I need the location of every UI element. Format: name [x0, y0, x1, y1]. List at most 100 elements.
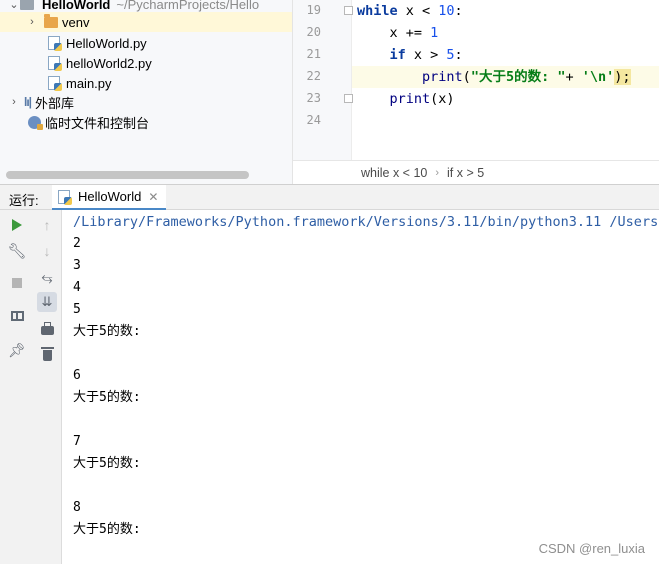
code-token: : [454, 3, 463, 19]
tree-item-label: HelloWorld.py [66, 35, 147, 51]
watermark: CSDN @ren_luxia [538, 541, 645, 556]
console-command-line: /Library/Frameworks/Python.framework/Ver… [73, 214, 659, 230]
tree-item-main-py[interactable]: main.py [48, 73, 112, 93]
string-token: '\n' [581, 69, 615, 85]
chevron-right-icon[interactable]: › [26, 16, 38, 28]
project-name: HelloWorld [42, 0, 111, 12]
chevron-right-icon[interactable]: › [8, 96, 20, 108]
python-file-icon [58, 189, 72, 205]
tree-item-venv[interactable]: › venv [0, 12, 292, 32]
console-line: 大于5的数: [73, 456, 141, 471]
tree-item-label: 临时文件和控制台 [45, 115, 150, 131]
keyword-token: if [389, 47, 406, 63]
number-token: 10 [438, 3, 455, 19]
play-icon [12, 219, 22, 231]
project-path: ~/PycharmProjects/Hello [116, 0, 260, 12]
breadcrumb-item-while[interactable]: while x < 10 [361, 166, 427, 180]
tree-item-external-libraries[interactable]: › lı| 外部库 [8, 92, 74, 112]
code-token: x > [413, 47, 447, 63]
scroll-to-end-button[interactable]: ⇊ [37, 292, 57, 312]
python-file-icon [48, 76, 62, 91]
console-line: 7 [73, 434, 81, 449]
soft-wrap-button[interactable]: ⥃ [37, 267, 57, 287]
console-line: 4 [73, 280, 81, 295]
code-line[interactable]: while x < 10: [357, 0, 463, 22]
edit-configuration-button[interactable]: 🔧︎ [7, 241, 27, 261]
layout-icon [10, 311, 24, 321]
clear-all-button[interactable] [37, 345, 57, 365]
trash-icon [40, 346, 54, 361]
arrow-up-icon: ↑ [43, 217, 51, 233]
keyword-token: while [357, 3, 398, 19]
code-token: x += [389, 25, 431, 41]
code-token: x < [405, 3, 439, 19]
stop-button[interactable] [7, 273, 27, 293]
folder-icon [44, 13, 58, 28]
print-button[interactable] [37, 320, 57, 340]
breadcrumb-separator-icon: › [435, 167, 440, 179]
breadcrumb-item-if[interactable]: if x > 5 [447, 166, 484, 180]
code-token: : [454, 47, 463, 63]
line-number: 22 [306, 69, 321, 83]
function-token: print [389, 91, 431, 107]
line-number: 24 [306, 113, 321, 127]
tree-item-label: 外部库 [35, 95, 75, 111]
tree-item-label: venv [62, 14, 90, 30]
python-file-icon [48, 36, 62, 51]
scratches-icon [28, 115, 43, 130]
python-file-icon [48, 56, 62, 71]
horizontal-scrollbar[interactable] [6, 171, 249, 179]
console-line: 8 [73, 500, 81, 515]
pin-tab-button[interactable]: 📌︎ [7, 340, 27, 360]
pin-icon: 📌︎ [8, 341, 26, 358]
code-token: (x) [430, 91, 455, 107]
tree-item-label: main.py [66, 75, 112, 91]
console-line: 5 [73, 302, 81, 317]
console-line: 大于5的数: [73, 324, 141, 339]
scroll-to-end-icon: ⇊ [41, 294, 53, 309]
line-number: 23 [306, 91, 321, 105]
code-line[interactable]: x += 1 [357, 22, 439, 44]
run-label: 运行: [9, 193, 39, 208]
code-line[interactable]: print(x) [357, 88, 455, 110]
function-token: print [422, 69, 463, 85]
line-number: 20 [306, 25, 321, 39]
scroll-down-button[interactable]: ↓ [37, 241, 57, 261]
line-number: 21 [306, 47, 321, 61]
line-number: 19 [306, 3, 321, 17]
restore-layout-button[interactable] [7, 306, 27, 326]
tree-item-helloworld-py[interactable]: HelloWorld.py [48, 33, 147, 53]
editor-gutter: 19 20 21 22 23 24 [293, 0, 352, 160]
library-icon: lı| [24, 95, 32, 109]
code-editor[interactable]: 19 20 21 22 23 24 while x < 10: x += 1 if x > 5… [292, 0, 659, 185]
console-output[interactable]: /Library/Frameworks/Python.framework/Ver… [62, 210, 659, 564]
scroll-up-button[interactable]: ↑ [37, 215, 57, 235]
code-token: + [565, 69, 582, 85]
code-token: ); [614, 69, 631, 85]
soft-wrap-icon: ⥃ [41, 268, 53, 285]
chevron-down-icon[interactable]: ⌄ [8, 0, 20, 11]
code-token: ( [462, 69, 471, 85]
fold-marker-icon[interactable] [344, 94, 353, 103]
run-toolbar-secondary: ↑ ↓ ⥃ ⇊ [33, 210, 62, 564]
console-line: 大于5的数: [73, 522, 141, 537]
tree-item-scratches[interactable]: 临时文件和控制台 [28, 112, 149, 132]
code-line[interactable]: if x > 5: [357, 44, 463, 66]
run-tool-window-header: 运行: HelloWorld ✕ [0, 184, 659, 210]
wrench-icon: 🔧︎ [7, 243, 27, 260]
close-icon[interactable]: ✕ [148, 190, 158, 204]
run-toolbar-primary: 🔧︎ 📌︎ [0, 210, 34, 564]
tree-item-label: helloWorld2.py [66, 55, 152, 71]
number-token: 5 [446, 47, 455, 63]
rerun-button[interactable] [7, 215, 27, 235]
tab-helloworld[interactable]: HelloWorld ✕ [52, 185, 167, 210]
code-line[interactable]: print("大于5的数: "+ '\n'); [357, 66, 631, 88]
fold-marker-icon[interactable] [344, 6, 353, 15]
string-token: "大于5的数: " [470, 69, 566, 85]
console-line: 大于5的数: [73, 390, 141, 405]
number-token: 1 [430, 25, 439, 41]
arrow-down-icon: ↓ [43, 243, 51, 259]
folder-icon [20, 0, 34, 10]
tree-item-helloworld2-py[interactable]: helloWorld2.py [48, 53, 152, 73]
console-line: 6 [73, 368, 81, 383]
